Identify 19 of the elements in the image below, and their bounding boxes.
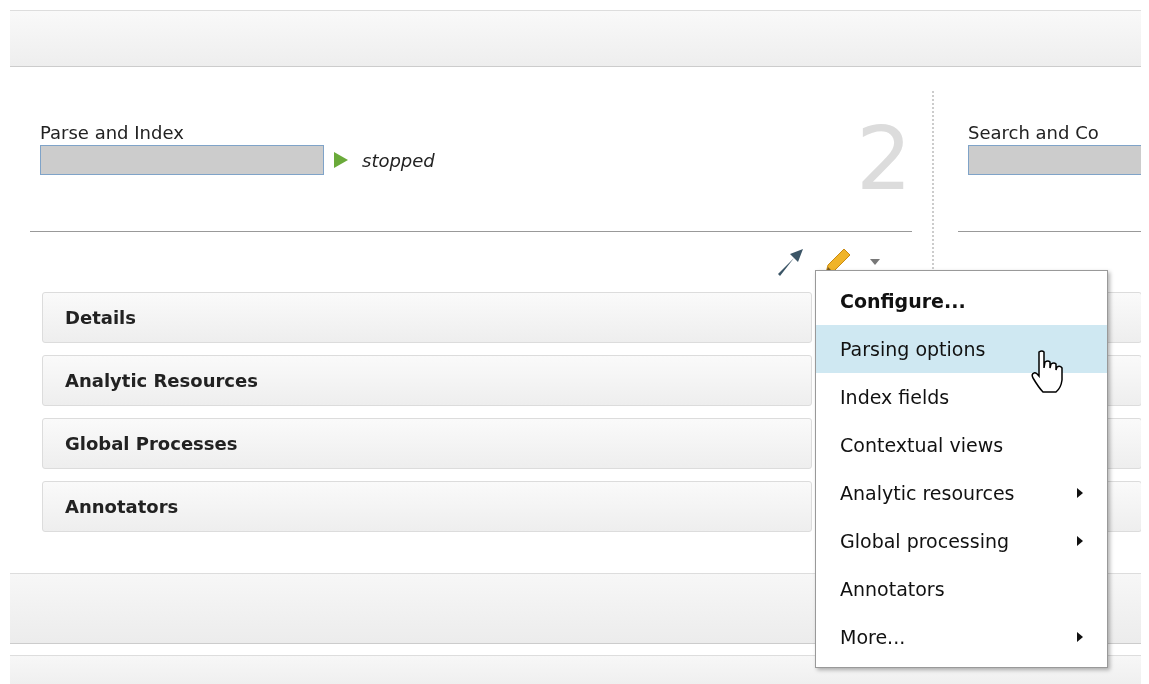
hand-cursor-icon [1030,350,1064,394]
section-header[interactable]: Analytic Resources [42,355,812,406]
section-header[interactable]: Annotators [42,481,812,532]
menu-item[interactable]: Global processing [816,517,1107,565]
play-icon[interactable] [334,152,348,168]
menu-item[interactable]: Analytic resources [816,469,1107,517]
caret-icon[interactable] [870,259,880,265]
status-text: stopped [362,149,435,171]
menu-item[interactable]: Index fields [816,373,1107,421]
menu-item[interactable]: Annotators [816,565,1107,613]
stage-title: Search and Co [968,122,1100,143]
section-header[interactable]: Details [42,292,812,343]
menu-item[interactable]: Configure... [816,277,1107,325]
menu-item[interactable]: Parsing options [816,325,1107,373]
arrow-icon[interactable] [776,248,804,276]
menu-item[interactable]: More... [816,613,1107,661]
menu-item[interactable]: Contextual views [816,421,1107,469]
section-header[interactable]: Global Processes [42,418,812,469]
stage-title: Parse and Index [40,122,185,143]
